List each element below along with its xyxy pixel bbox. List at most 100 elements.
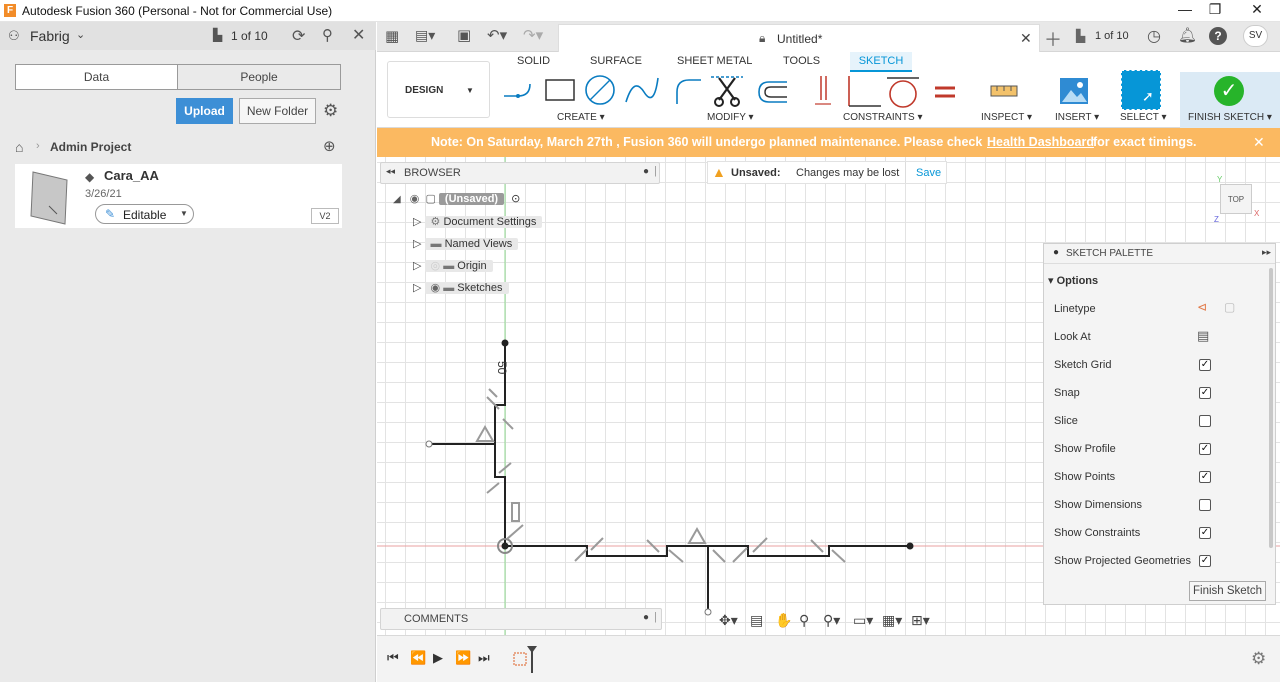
group-modify[interactable]: MODIFY ▾ <box>707 112 754 123</box>
browser-item-sketches[interactable]: ▷ ◉ ▬ Sketches <box>413 279 509 297</box>
zoom-icon[interactable]: ⚲ <box>799 612 809 629</box>
hidden-eye-icon[interactable]: ◎ <box>431 260 441 272</box>
tab-data[interactable]: Data <box>15 64 178 90</box>
show-constraints-checkbox[interactable]: ✓ <box>1199 527 1211 539</box>
group-inspect[interactable]: INSPECT ▾ <box>981 112 1032 123</box>
viewports-icon[interactable]: ⊞▾ <box>911 612 930 629</box>
offset-tool-icon[interactable] <box>758 81 787 103</box>
go-to-start-icon[interactable]: ⏮ <box>387 650 399 666</box>
insert-image-icon[interactable] <box>1059 76 1089 106</box>
options-section[interactable]: ▾ Options <box>1048 274 1098 287</box>
eye-icon[interactable]: ◉ <box>410 193 420 205</box>
tab-surface[interactable]: SURFACE <box>590 55 642 67</box>
grid-menu-icon[interactable]: ▦ <box>385 27 399 45</box>
tab-tools[interactable]: TOOLS <box>783 55 820 67</box>
view-cube-face[interactable]: TOP <box>1220 184 1252 214</box>
tangent-constraint-icon[interactable] <box>887 77 919 108</box>
breadcrumb[interactable]: Admin Project <box>50 140 131 154</box>
close-tab-icon[interactable]: ✕ <box>1020 30 1032 47</box>
avatar[interactable]: SV <box>1243 25 1268 47</box>
file-menu-icon[interactable]: ▤▾ <box>415 27 435 44</box>
redo-icon[interactable]: ↷▾ <box>523 26 543 44</box>
save-link[interactable]: Save <box>916 167 941 179</box>
file-card[interactable]: ◆ Cara_AA 3/26/21 ✎ Editable ▼ V2 <box>15 164 342 228</box>
display-settings-icon[interactable]: ▭▾ <box>853 612 873 629</box>
rectangle-tool-icon[interactable] <box>545 79 575 101</box>
spline-tool-icon[interactable] <box>625 77 659 103</box>
fillet-tool-icon[interactable] <box>676 79 701 104</box>
expand-triangle-icon[interactable]: ▷ <box>413 282 421 294</box>
minimize-button[interactable]: — <box>1170 1 1200 21</box>
close-panel-icon[interactable]: ✕ <box>352 25 365 45</box>
globe-settings-icon[interactable]: ⊕ <box>323 137 336 155</box>
eye-icon[interactable]: ◉ <box>431 282 441 294</box>
panel-grip-icon[interactable]: | <box>654 165 657 177</box>
clock-icon[interactable]: ◷ <box>1147 26 1161 46</box>
dimension-label[interactable]: 50 <box>495 361 509 374</box>
workspace-switcher[interactable]: DESIGN ▼ <box>387 61 490 118</box>
refresh-icon[interactable]: ⟳ <box>292 26 305 46</box>
line-tool-icon[interactable] <box>504 83 531 98</box>
save-icon[interactable]: ▣ <box>457 26 471 44</box>
document-tab[interactable]: 🔒︎ Untitled* ✕ <box>558 24 1040 52</box>
undo-icon[interactable]: ↶▾ <box>487 26 507 44</box>
browser-item-named-views[interactable]: ▷ ▬ Named Views <box>413 235 519 253</box>
group-create[interactable]: CREATE ▾ <box>557 112 605 123</box>
help-icon[interactable]: ? <box>1209 27 1227 45</box>
palette-pin-icon[interactable]: ● <box>1053 247 1059 258</box>
equal-constraint-icon[interactable] <box>935 86 955 98</box>
tab-people[interactable]: People <box>177 64 341 90</box>
centerline-linetype-icon[interactable]: ▢ <box>1224 300 1235 314</box>
view-cube[interactable]: Y TOP X Z <box>1214 175 1259 224</box>
close-notice-icon[interactable]: ✕ <box>1253 128 1265 157</box>
select-icon[interactable]: ➚ <box>1121 70 1161 110</box>
expand-triangle-icon[interactable]: ▷ <box>413 238 421 250</box>
comments-panel-header[interactable]: COMMENTS ● | <box>380 608 662 630</box>
upload-button[interactable]: Upload <box>176 98 233 124</box>
grid-settings-icon[interactable]: ▦▾ <box>882 612 902 629</box>
team-selector[interactable]: Fabrig <box>30 28 70 44</box>
home-icon[interactable]: ⌂ <box>15 139 23 155</box>
expand-triangle-icon[interactable]: ▷ <box>413 260 421 272</box>
construction-linetype-icon[interactable]: ⊲ <box>1197 300 1207 314</box>
group-insert[interactable]: INSERT ▾ <box>1055 112 1099 123</box>
search-icon[interactable]: ⚲ <box>322 26 333 44</box>
browser-root-node[interactable]: ◢ ◉ ▢ (Unsaved) ⊙ <box>393 190 520 208</box>
tab-sketch[interactable]: SKETCH <box>850 52 912 72</box>
new-tab-icon[interactable]: ＋ <box>1044 26 1062 52</box>
browser-item-document-settings[interactable]: ▷ ⚙ Document Settings <box>413 213 543 231</box>
new-folder-button[interactable]: New Folder <box>239 98 316 124</box>
palette-header[interactable]: ● SKETCH PALETTE ▸▸ <box>1044 244 1275 264</box>
job-counter[interactable]: 1 of 10 <box>1095 30 1129 42</box>
browser-item-origin[interactable]: ▷ ◎ ▬ Origin <box>413 257 493 275</box>
slice-checkbox[interactable] <box>1199 415 1211 427</box>
finish-sketch-tool[interactable]: ✓ FINISH SKETCH ▾ <box>1180 72 1280 128</box>
show-projected-geometries-checkbox[interactable]: ✓ <box>1199 555 1211 567</box>
group-select[interactable]: SELECT ▾ <box>1120 112 1167 123</box>
browser-pin-icon[interactable]: ● <box>643 166 649 177</box>
expanded-triangle-icon[interactable]: ◢ <box>393 194 401 205</box>
version-badge[interactable]: V2 <box>311 208 339 224</box>
document-counter[interactable]: 1 of 10 <box>231 29 268 43</box>
orbit-icon[interactable]: ✥▾ <box>719 612 738 629</box>
group-constraints[interactable]: CONSTRAINTS ▾ <box>843 112 922 123</box>
look-at-icon[interactable]: ▤ <box>1197 328 1209 344</box>
zoom-window-icon[interactable]: ⚲▾ <box>823 612 840 629</box>
palette-scrollbar[interactable] <box>1269 268 1273 548</box>
close-window-button[interactable]: ✕ <box>1242 1 1272 21</box>
play-icon[interactable]: ▶ <box>433 650 443 666</box>
activate-radio-icon[interactable]: ⊙ <box>511 193 520 205</box>
sketch-grid-checkbox[interactable]: ✓ <box>1199 359 1211 371</box>
chevron-down-icon[interactable]: ⌄ <box>76 28 85 41</box>
measure-icon[interactable] <box>989 82 1021 100</box>
panel-grip-icon[interactable]: | <box>654 611 657 623</box>
expand-triangle-icon[interactable]: ▷ <box>413 216 421 228</box>
tab-sheet-metal[interactable]: SHEET METAL <box>677 55 752 67</box>
go-to-end-icon[interactable]: ⏭ <box>478 650 490 666</box>
finish-sketch-button[interactable]: Finish Sketch <box>1189 581 1266 601</box>
show-profile-checkbox[interactable]: ✓ <box>1199 443 1211 455</box>
health-dashboard-link[interactable]: Health Dashboard <box>987 128 1094 157</box>
file-name[interactable]: Cara_AA <box>104 168 159 183</box>
trim-scissors-icon[interactable] <box>711 76 743 107</box>
look-at-icon[interactable]: ▤ <box>750 612 763 629</box>
